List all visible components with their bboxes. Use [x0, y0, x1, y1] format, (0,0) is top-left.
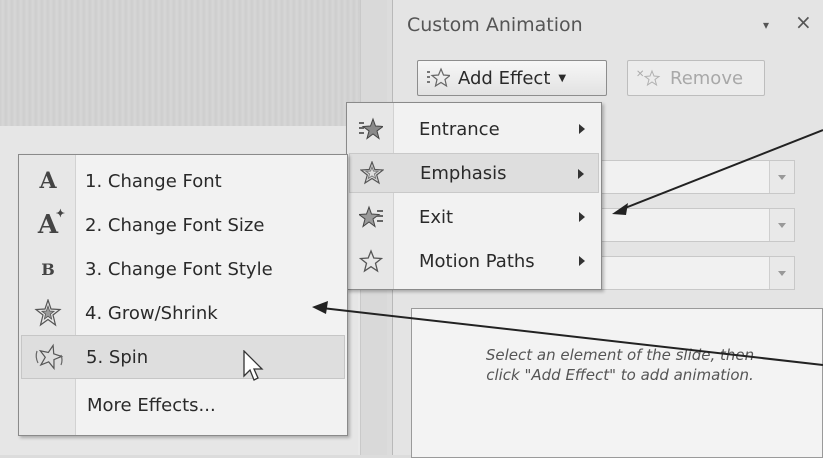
- arrowhead-icon: [312, 301, 328, 314]
- callout-arrows: [312, 129, 823, 366]
- callout-arrow-to-grow-shrink: [321, 307, 823, 366]
- callout-arrow-to-exit: [619, 129, 823, 211]
- arrowhead-icon: [612, 203, 628, 215]
